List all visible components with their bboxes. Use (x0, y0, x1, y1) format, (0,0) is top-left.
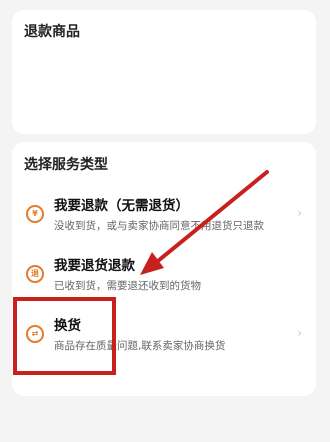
refund-items-title: 退款商品 (24, 24, 80, 40)
annotation-highlight-box (13, 297, 116, 375)
option-return-refund[interactable]: 退 我要退货退款 已收到货，需要退还收到的货物 (12, 246, 316, 302)
option-refund-only-desc: 没收到货，或与卖家协商同意不用退货只退款 (54, 220, 264, 232)
chevron-right-icon: › (297, 326, 302, 340)
chevron-right-icon: › (297, 206, 302, 220)
service-type-title: 选择服务类型 (24, 157, 108, 173)
refund-items-card: 退款商品 (12, 10, 316, 134)
option-return-refund-title: 我要退货退款 (54, 258, 135, 274)
refund-only-icon: ¥ (26, 205, 44, 223)
return-refund-icon: 退 (26, 265, 44, 283)
option-refund-only-title: 我要退款（无需退货） (54, 198, 189, 214)
option-return-refund-desc: 已收到货，需要退还收到的货物 (54, 280, 201, 292)
option-refund-only[interactable]: ¥ 我要退款（无需退货） 没收到货，或与卖家协商同意不用退货只退款 › (12, 186, 316, 242)
